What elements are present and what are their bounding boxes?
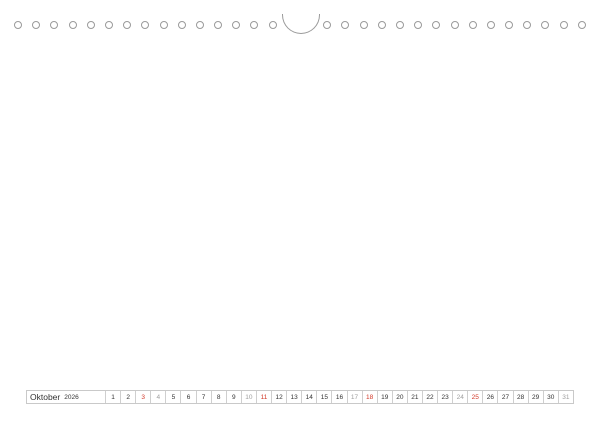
day-cell: 23: [437, 391, 452, 403]
binding-hole: [14, 21, 22, 29]
day-cell: 20: [391, 391, 407, 403]
day-cell: 4: [150, 391, 165, 403]
day-cell: 29: [527, 391, 543, 403]
month-name: Oktober: [30, 392, 61, 402]
binding-hole: [323, 21, 332, 29]
day-cell: 5: [165, 391, 180, 403]
binding-hole: [214, 21, 223, 29]
binding-hole: [177, 21, 186, 29]
day-cell: 31: [557, 391, 573, 403]
day-cell: 7: [195, 391, 211, 403]
lighthouse: [262, 66, 298, 166]
day-cell: 16: [331, 391, 346, 403]
binding-hole: [450, 21, 459, 29]
day-cell: 6: [180, 391, 195, 403]
binding-hole: [377, 21, 386, 29]
binding-hole: [195, 21, 204, 29]
day-cell: 24: [452, 391, 467, 403]
binding-hole: [232, 21, 241, 29]
lighthouse-keeper-cottage: [272, 124, 550, 174]
binding-hole: [505, 21, 514, 29]
lighthouse-photo: [15, 16, 585, 416]
binding-hole: [559, 21, 568, 29]
binding-hole: [577, 21, 586, 29]
day-cell: 11: [255, 391, 271, 403]
day-cell: 15: [316, 391, 331, 403]
binding-hole: [50, 21, 59, 29]
day-cell: 18: [361, 391, 377, 403]
binding-hole: [123, 21, 132, 29]
day-cell: 27: [497, 391, 512, 403]
day-cell: 30: [542, 391, 558, 403]
binding-hole: [359, 21, 368, 29]
binding-hole: [523, 21, 532, 29]
day-cell: 28: [512, 391, 528, 403]
binding-hole: [486, 21, 495, 29]
binding-hole: [86, 21, 95, 29]
binding-hole: [468, 21, 477, 29]
calendar-strip: Oktober 2026 1 2 3 4 5 6 7 8 9 10 11 12 13 14 15 16 17 18…: [26, 390, 574, 404]
day-cell: 21: [406, 391, 422, 403]
day-cell: 9: [225, 391, 241, 403]
day-cell: 10: [240, 391, 256, 403]
day-cell: 12: [271, 391, 286, 403]
binding-hole: [268, 21, 277, 29]
day-cell: 19: [376, 391, 392, 403]
binding-hole: [341, 21, 350, 29]
binding-hole: [32, 21, 41, 29]
day-cell: 1: [105, 391, 120, 403]
day-cell: 3: [135, 391, 150, 403]
day-cell: 22: [421, 391, 437, 403]
day-cell: 13: [286, 391, 301, 403]
day-cell: 8: [210, 391, 226, 403]
binding-hole: [104, 21, 113, 29]
binding-hole: [395, 21, 404, 29]
calendar-page: Oktober 2026 1 2 3 4 5 6 7 8 9 10 11 12 13 14 15 16 17 18…: [0, 0, 600, 432]
month-label: Oktober 2026: [27, 391, 105, 403]
binding-hole: [141, 21, 150, 29]
day-cell: 2: [120, 391, 135, 403]
binding-hole: [250, 21, 259, 29]
year-label: 2026: [64, 393, 79, 401]
days-row: 1 2 3 4 5 6 7 8 9 10 11 12 13 14 15 16 17 18 19 20 21 22 23 24 2…: [105, 391, 573, 403]
binding-hole: [414, 21, 423, 29]
lighthouse-cliff-scene: [15, 16, 585, 416]
day-cell: 25: [467, 391, 482, 403]
binding-hole: [159, 21, 168, 29]
binding-hole: [541, 21, 550, 29]
binding-hole: [68, 21, 77, 29]
day-cell: 26: [482, 391, 497, 403]
day-cell: 14: [301, 391, 316, 403]
day-cell: 17: [346, 391, 362, 403]
binding-hole: [432, 21, 441, 29]
